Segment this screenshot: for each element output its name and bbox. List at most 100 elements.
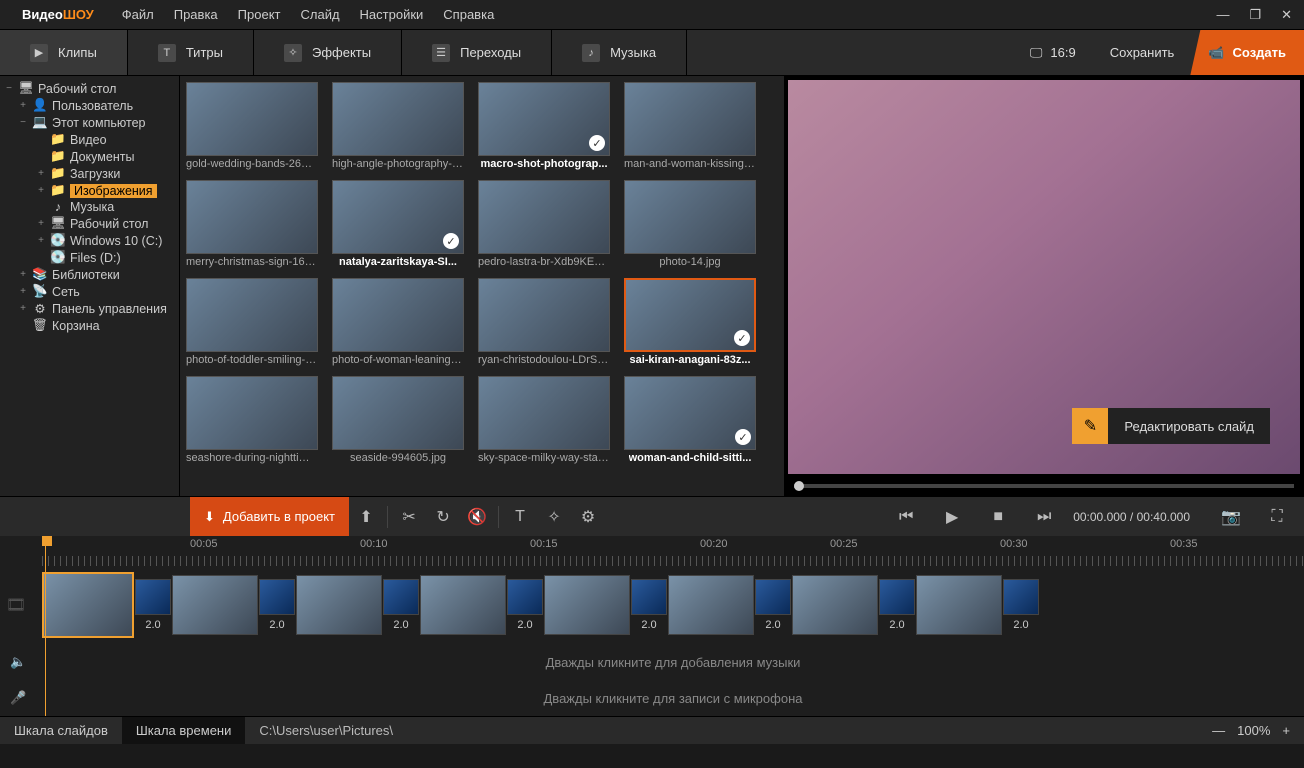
mute-button[interactable]: 🔇 (460, 507, 494, 527)
minimize-button[interactable]: — (1212, 7, 1233, 23)
thumbnail[interactable]: ✓woman-and-child-sitti... (624, 376, 756, 464)
aspect-ratio-selector[interactable]: 🖵 16:9 (1012, 30, 1094, 75)
tab-Клипы[interactable]: ▶Клипы (0, 30, 128, 75)
settings-button[interactable]: ⚙ (571, 507, 605, 527)
tree-node-Windows 10 (C:)[interactable]: +💽Windows 10 (C:) (0, 232, 179, 249)
preview-video[interactable]: ✎ Редактировать слайд (788, 80, 1300, 474)
mic-track[interactable]: 🎤 Дважды кликните для записи с микрофона (0, 680, 1304, 716)
thumbnail[interactable]: seaside-994605.jpg (332, 376, 464, 464)
maximize-button[interactable]: ❐ (1245, 7, 1265, 23)
playback-controls: ⏮ ▶ ■ ⏭ 00:00.000 / 00:40.000 📷 ⛶ (889, 507, 1304, 527)
menu-Настройки[interactable]: Настройки (350, 7, 434, 22)
fullscreen-button[interactable]: ⛶ (1260, 508, 1294, 526)
thumbnail[interactable]: photo-14.jpg (624, 180, 756, 268)
zoom-out-button[interactable]: — (1212, 723, 1225, 738)
thumbnail-caption: photo-of-woman-leaning-o... (332, 354, 464, 366)
tree-node-Документы[interactable]: 📁Документы (0, 148, 179, 165)
timeline-transition[interactable]: 2.0 (258, 579, 296, 631)
timeline-clip[interactable] (420, 575, 506, 635)
snapshot-button[interactable]: 📷 (1214, 507, 1248, 527)
preview-scrubber[interactable] (784, 478, 1304, 496)
video-track[interactable]: 🎞 2.02.02.02.02.02.02.02.0 (0, 566, 1304, 644)
tab-Эффекты[interactable]: ✧Эффекты (254, 30, 402, 75)
tab-Титры[interactable]: TТитры (128, 30, 254, 75)
zoom-in-button[interactable]: + (1282, 723, 1290, 738)
clip-toolbar: ⬇ Добавить в проект ⬆ ✂ ↻ 🔇 T ✧ ⚙ ⏮ ▶ ■ … (0, 496, 1304, 536)
tree-node-Корзина[interactable]: 🗑Корзина (0, 317, 179, 334)
timeline-clip[interactable] (172, 575, 258, 635)
thumbnail[interactable]: gold-wedding-bands-2657... (186, 82, 318, 170)
edit-slide-button[interactable]: ✎ Редактировать слайд (1072, 408, 1270, 444)
thumbnail[interactable]: man-and-woman-kissing-2... (624, 82, 756, 170)
time-scale-tab[interactable]: Шкала времени (122, 717, 246, 744)
timeline-transition[interactable]: 2.0 (754, 579, 792, 631)
thumbnail[interactable]: merry-christmas-sign-1656... (186, 180, 318, 268)
thumbnail[interactable]: ✓macro-shot-photograp... (478, 82, 610, 170)
timeline-clip[interactable] (792, 575, 878, 635)
timeline-transition[interactable]: 2.0 (630, 579, 668, 631)
menu-Правка[interactable]: Правка (164, 7, 228, 22)
menu-Файл[interactable]: Файл (112, 7, 164, 22)
ruler-tick: 00:15 (530, 538, 558, 550)
tree-node-Рабочий стол[interactable]: +🖥Рабочий стол (0, 215, 179, 232)
menu-Проект[interactable]: Проект (228, 7, 291, 22)
up-button[interactable]: ⬆ (349, 507, 383, 527)
timeline-clip[interactable] (544, 575, 630, 635)
menu-Справка[interactable]: Справка (433, 7, 504, 22)
timeline-transition[interactable]: 2.0 (1002, 579, 1040, 631)
timeline-transition[interactable]: 2.0 (382, 579, 420, 631)
text-tool-button[interactable]: T (503, 508, 537, 526)
timeline-clip[interactable] (916, 575, 1002, 635)
thumbnail[interactable]: pedro-lastra-br-Xdb9KE0Q... (478, 180, 610, 268)
timeline-clip[interactable] (296, 575, 382, 635)
thumbnail-caption: natalya-zaritskaya-SI... (339, 256, 457, 268)
tree-node-Панель управления[interactable]: +⚙Панель управления (0, 300, 179, 317)
thumbnail[interactable]: sky-space-milky-way-stars... (478, 376, 610, 464)
next-button[interactable]: ⏭ (1027, 508, 1061, 526)
check-icon: ✓ (734, 330, 750, 346)
music-track[interactable]: 🔈 Дважды кликните для добавления музыки (0, 644, 1304, 680)
mic-track-hint: Дважды кликните для записи с микрофона (544, 691, 803, 706)
thumbnail[interactable]: photo-of-toddler-smiling-1... (186, 278, 318, 366)
folder-icon: 📁 (50, 132, 66, 147)
timeline-clip[interactable] (42, 572, 134, 638)
slides-scale-tab[interactable]: Шкала слайдов (0, 717, 122, 744)
playhead[interactable] (45, 536, 46, 716)
tree-node-Этот компьютер[interactable]: −💻Этот компьютер (0, 114, 179, 131)
thumbnail[interactable]: high-angle-photography-o... (332, 82, 464, 170)
rotate-button[interactable]: ↻ (426, 507, 460, 527)
play-button[interactable]: ▶ (935, 507, 969, 527)
close-button[interactable]: ✕ (1277, 7, 1296, 23)
save-button[interactable]: Сохранить (1094, 30, 1191, 75)
effects-tool-button[interactable]: ✧ (537, 507, 571, 527)
check-icon: ✓ (735, 429, 751, 445)
timeline-transition[interactable]: 2.0 (878, 579, 916, 631)
stop-button[interactable]: ■ (981, 508, 1015, 526)
timeline-clip[interactable] (668, 575, 754, 635)
tree-node-Files (D:)[interactable]: 💽Files (D:) (0, 249, 179, 266)
thumbnail[interactable]: photo-of-woman-leaning-o... (332, 278, 464, 366)
thumbnail[interactable]: ryan-christodoulou-LDrSJ3... (478, 278, 610, 366)
tree-node-Видео[interactable]: 📁Видео (0, 131, 179, 148)
tab-Переходы[interactable]: ☰Переходы (402, 30, 552, 75)
tree-node-Пользователь[interactable]: +👤Пользователь (0, 97, 179, 114)
tree-node-Сеть[interactable]: +📡Сеть (0, 283, 179, 300)
add-to-project-button[interactable]: ⬇ Добавить в проект (190, 497, 349, 536)
tab-Музыка[interactable]: ♪Музыка (552, 30, 687, 75)
tree-node-Музыка[interactable]: ♪Музыка (0, 199, 179, 215)
timeline-ruler[interactable]: 00:0500:1000:1500:2000:2500:3000:35 (0, 536, 1304, 566)
thumbnail[interactable]: seashore-during-nighttime... (186, 376, 318, 464)
thumbnail[interactable]: ✓natalya-zaritskaya-SI... (332, 180, 464, 268)
tree-node-Загрузки[interactable]: +📁Загрузки (0, 165, 179, 182)
create-button[interactable]: 📹 Создать (1190, 30, 1304, 75)
folder-icon: 📚 (32, 267, 48, 282)
tree-node-Библиотеки[interactable]: +📚Библиотеки (0, 266, 179, 283)
tree-node-Изображения[interactable]: +📁Изображения (0, 182, 179, 199)
prev-button[interactable]: ⏮ (889, 508, 923, 526)
thumbnail[interactable]: ✓sai-kiran-anagani-83z... (624, 278, 756, 366)
menu-Слайд[interactable]: Слайд (290, 7, 349, 22)
timeline-transition[interactable]: 2.0 (506, 579, 544, 631)
tree-node-Рабочий стол[interactable]: −🖥Рабочий стол (0, 80, 179, 97)
cut-button[interactable]: ✂ (392, 507, 426, 527)
timeline-transition[interactable]: 2.0 (134, 579, 172, 631)
